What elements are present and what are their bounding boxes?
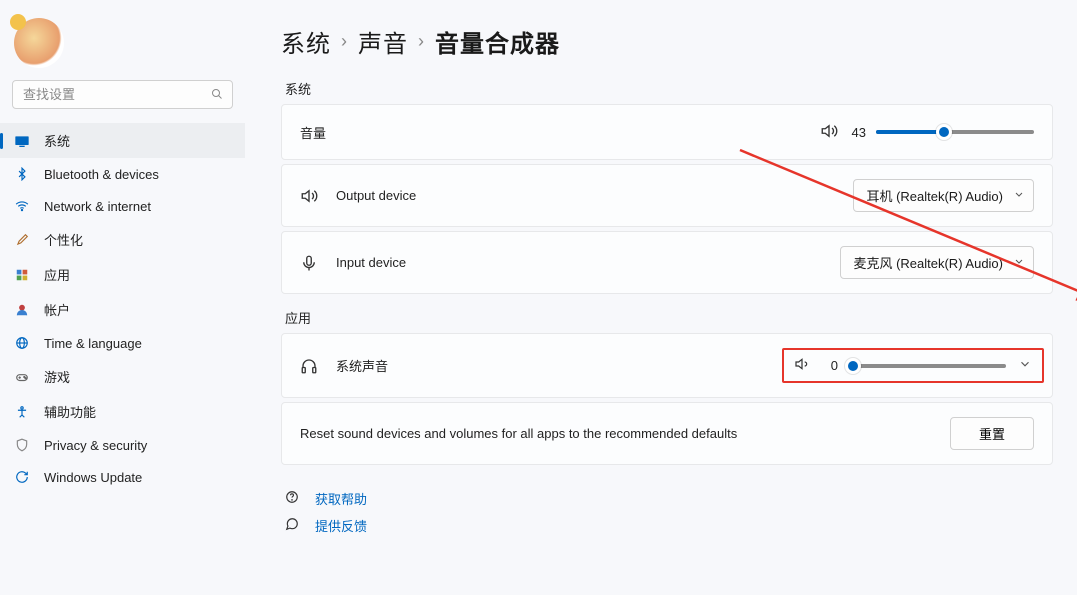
input-device-label: Input device [336,255,840,270]
sidebar-item-label: Privacy & security [44,438,147,453]
breadcrumb: 系统 › 声音 › 音量合成器 [281,24,1053,59]
system-sounds-slider[interactable] [848,364,1006,368]
chevron-down-icon [1013,188,1025,203]
output-device-row: Output device 耳机 (Realtek(R) Audio) [281,164,1053,227]
volume-row: 音量 43 [281,104,1053,160]
microphone-icon [300,253,320,273]
reset-row: Reset sound devices and volumes for all … [281,402,1053,465]
sidebar-item-label: Bluetooth & devices [44,167,159,182]
sidebar-item-label: 应用 [44,265,70,284]
sidebar-item-label: 个性化 [44,230,83,249]
sidebar-item-person[interactable]: 帐户 [0,292,245,327]
sidebar-item-shield[interactable]: Privacy & security [0,429,245,461]
update-icon [14,469,30,485]
search-input[interactable] [12,80,233,109]
sidebar-item-brush[interactable]: 个性化 [0,222,245,257]
chevron-right-icon: › [341,31,348,52]
person-icon [14,302,30,318]
sidebar-item-label: 系统 [44,131,70,150]
get-help-label: 获取帮助 [315,489,367,508]
access-icon [14,404,30,420]
input-device-select[interactable]: 麦克风 (Realtek(R) Audio) [840,246,1034,279]
speaker-low-icon[interactable] [794,356,810,375]
game-icon [14,369,30,385]
output-device-value: 耳机 (Realtek(R) Audio) [866,189,1003,204]
output-device-label: Output device [336,188,853,203]
search-icon [211,87,223,103]
sidebar-item-bluetooth[interactable]: Bluetooth & devices [0,158,245,190]
brush-icon [14,232,30,248]
apps-icon [14,267,30,283]
chevron-right-icon: › [418,31,425,52]
speaker-icon[interactable] [820,122,838,143]
system-sounds-label: 系统声音 [336,356,782,375]
get-help-link[interactable]: 获取帮助 [285,485,1053,512]
sidebar-item-apps[interactable]: 应用 [0,257,245,292]
sidebar-item-update[interactable]: Windows Update [0,461,245,493]
sidebar-item-wifi[interactable]: Network & internet [0,190,245,222]
expand-chevron-icon[interactable] [1018,357,1032,374]
give-feedback-link[interactable]: 提供反馈 [285,512,1053,539]
sidebar-item-globe[interactable]: Time & language [0,327,245,359]
shield-icon [14,437,30,453]
reset-button[interactable]: 重置 [950,417,1034,450]
system-sounds-value: 0 [820,358,838,373]
chevron-down-icon [1013,255,1025,270]
page-title: 音量合成器 [435,24,560,59]
sidebar-item-system[interactable]: 系统 [0,123,245,158]
sidebar-item-game[interactable]: 游戏 [0,359,245,394]
volume-label: 音量 [300,123,820,142]
sidebar-item-label: 游戏 [44,367,70,386]
feedback-icon [285,517,301,534]
sidebar-item-label: 辅助功能 [44,402,96,421]
help-icon [285,490,301,507]
volume-slider[interactable] [876,130,1034,134]
output-device-select[interactable]: 耳机 (Realtek(R) Audio) [853,179,1034,212]
globe-icon [14,335,30,351]
reset-description: Reset sound devices and volumes for all … [300,426,950,441]
system-sounds-row: 系统声音 0 [281,333,1053,398]
speaker-output-icon [300,186,320,206]
breadcrumb-system[interactable]: 系统 [281,24,331,59]
system-icon [14,133,30,149]
volume-value: 43 [848,125,866,140]
headphones-icon [300,356,320,376]
section-system-label: 系统 [285,79,1053,98]
sidebar-item-access[interactable]: 辅助功能 [0,394,245,429]
sidebar-item-label: Network & internet [44,199,151,214]
input-device-value: 麦克风 (Realtek(R) Audio) [853,256,1003,271]
user-avatar[interactable] [14,18,64,68]
wifi-icon [14,198,30,214]
sidebar-item-label: Windows Update [44,470,142,485]
annotation-highlight: 0 [782,348,1044,383]
input-device-row: Input device 麦克风 (Realtek(R) Audio) [281,231,1053,294]
breadcrumb-sound[interactable]: 声音 [358,24,408,59]
sidebar-item-label: Time & language [44,336,142,351]
bluetooth-icon [14,166,30,182]
give-feedback-label: 提供反馈 [315,516,367,535]
section-apps-label: 应用 [285,308,1053,327]
sidebar-item-label: 帐户 [44,300,70,319]
